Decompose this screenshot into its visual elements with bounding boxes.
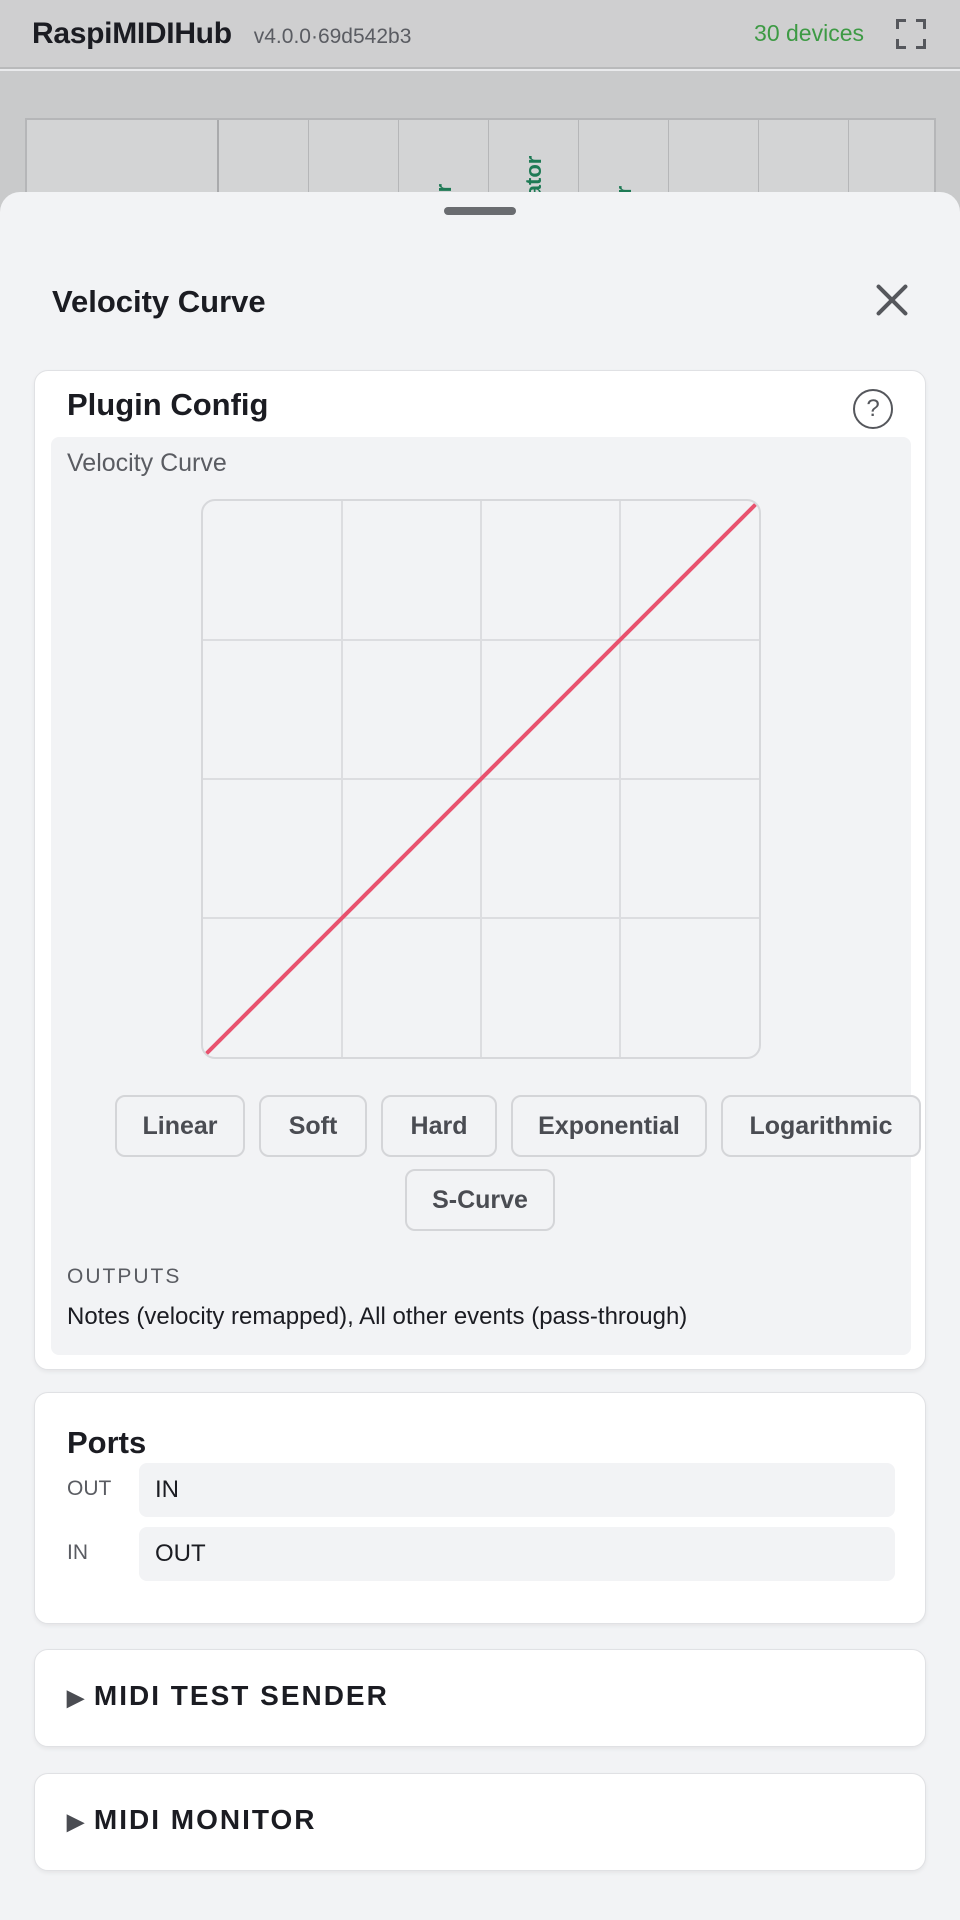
port-direction: IN [67, 1541, 88, 1564]
app-bar: RaspiMIDIHub v4.0.0·69d542b3 30 devices [0, 0, 960, 69]
midi-monitor-section[interactable]: ▶ MIDI MONITOR [34, 1773, 926, 1871]
preset-linear-button[interactable]: Linear [115, 1095, 245, 1157]
velocity-curve-label: Velocity Curve [67, 449, 227, 477]
ports-card: Ports OUT IN IN OUT [34, 1392, 926, 1624]
port-direction: OUT [67, 1477, 112, 1500]
port-row: OUT IN [67, 1463, 895, 1517]
outputs-value: Notes (velocity remapped), All other eve… [67, 1303, 688, 1330]
midi-monitor-header[interactable]: ▶ MIDI MONITOR [67, 1804, 317, 1836]
plugin-sheet: Velocity Curve Plugin Config ? Velocity … [0, 192, 960, 1920]
preset-soft-button[interactable]: Soft [259, 1095, 367, 1157]
preset-hard-button[interactable]: Hard [381, 1095, 497, 1157]
plugin-config-card: Plugin Config ? Velocity Curve Linear So… [34, 370, 926, 1370]
port-field[interactable]: IN [139, 1463, 895, 1517]
sheet-grabber[interactable] [444, 207, 516, 215]
expand-icon: ▶ [67, 1809, 84, 1834]
velocity-curve-graph[interactable] [203, 501, 759, 1057]
sheet-title: Velocity Curve [52, 284, 266, 319]
ports-heading: Ports [67, 1425, 147, 1460]
port-row: IN OUT [67, 1527, 895, 1581]
app-version: v4.0.0·69d542b3 [253, 24, 412, 48]
config-panel: Velocity Curve Linear Soft Hard Exponent… [51, 437, 921, 1355]
fullscreen-icon[interactable] [894, 17, 928, 51]
midi-test-sender-header[interactable]: ▶ MIDI TEST SENDER [67, 1680, 389, 1712]
plugin-config-heading: Plugin Config [67, 387, 269, 422]
expand-icon: ▶ [67, 1685, 84, 1710]
help-icon[interactable]: ? [853, 389, 893, 429]
preset-s-curve-button[interactable]: S-Curve [405, 1169, 555, 1231]
app-title: RaspiMIDIHub [32, 16, 232, 50]
device-count[interactable]: 30 devices [754, 20, 864, 47]
outputs-label: OUTPUTS [67, 1265, 182, 1288]
midi-test-sender-label: MIDI TEST SENDER [93, 1680, 389, 1711]
preset-exponential-button[interactable]: Exponential [511, 1095, 707, 1157]
close-icon[interactable] [874, 282, 910, 318]
velocity-curve-editor[interactable] [201, 499, 761, 1059]
midi-monitor-label: MIDI MONITOR [93, 1804, 317, 1835]
midi-test-sender-section[interactable]: ▶ MIDI TEST SENDER [34, 1649, 926, 1747]
port-field[interactable]: OUT [139, 1527, 895, 1581]
preset-logarithmic-button[interactable]: Logarithmic [721, 1095, 921, 1157]
